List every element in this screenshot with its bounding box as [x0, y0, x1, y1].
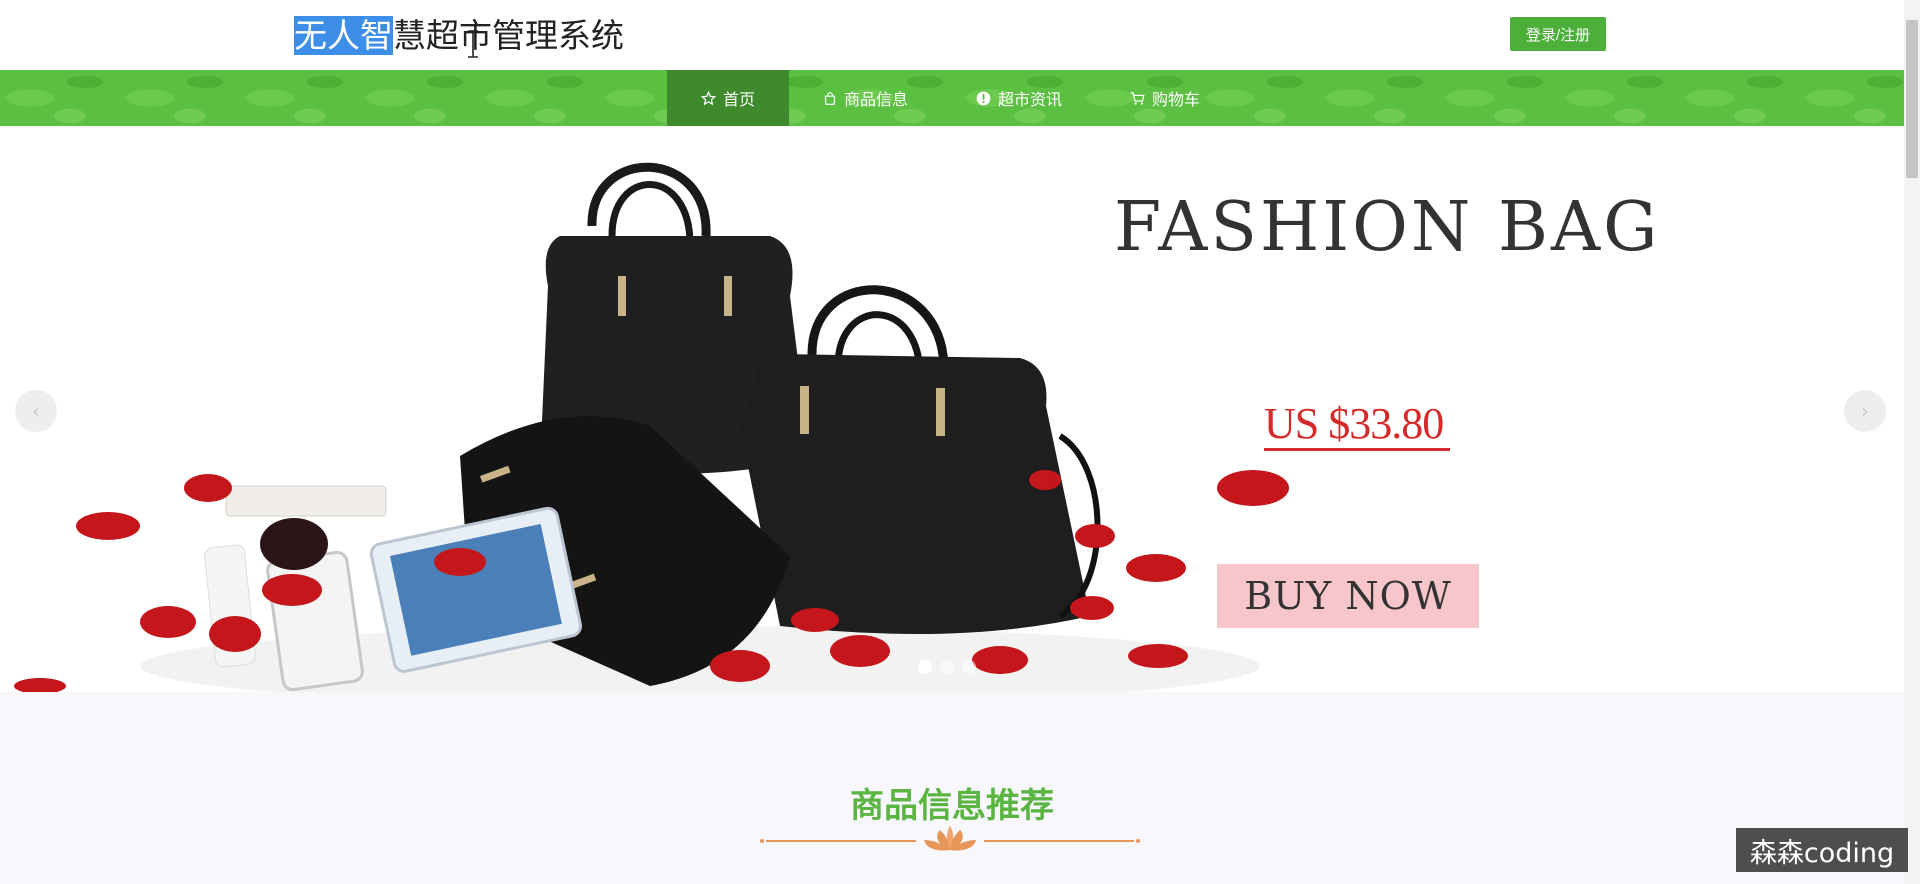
nav-item-cart[interactable]: 购物车 [1096, 70, 1234, 126]
cart-icon [1130, 91, 1145, 106]
recommend-section: 商品信息推荐 [0, 692, 1904, 884]
banner-headline: FASHION BAG [1114, 188, 1661, 267]
login-register-button[interactable]: 登录/注册 [1510, 17, 1606, 51]
nav-item-label: 超市资讯 [998, 90, 1063, 109]
banner-price: US $33.80 [1264, 399, 1444, 448]
perfume-bottle-image [260, 518, 328, 570]
chevron-left-icon: ‹ [32, 399, 40, 423]
lotus-divider-icon [760, 826, 1140, 851]
carousel-dot-1[interactable] [918, 660, 932, 674]
star-icon [701, 90, 716, 106]
page: 无人智慧超市管理系统 登录/注册 首页 商品信息 超市资讯 购物车 FASHIO… [0, 0, 1920, 884]
nav-item-label: 购物车 [1152, 90, 1201, 109]
bag-icon [823, 91, 837, 106]
main-nav: 首页 商品信息 超市资讯 购物车 [0, 70, 1904, 126]
nav-item-label: 商品信息 [844, 90, 909, 109]
scrollbar-thumb[interactable] [1906, 20, 1918, 178]
nav-item-label: 首页 [723, 90, 756, 109]
video-watermark: 森森coding [1736, 828, 1908, 872]
nav-items: 首页 商品信息 超市资讯 购物车 [667, 70, 1234, 126]
buy-now-button[interactable]: BUY NOW [1217, 564, 1479, 628]
carousel-indicators [918, 660, 976, 674]
carousel-next-button[interactable]: › [1844, 390, 1886, 432]
hero-banner[interactable]: FASHION BAG US $33.80 BUY NOW ‹ › [0, 126, 1904, 692]
site-header: 无人智慧超市管理系统 登录/注册 [0, 0, 1904, 70]
text-cursor-icon [468, 30, 478, 58]
carousel-prev-button[interactable]: ‹ [15, 390, 57, 432]
chevron-right-icon: › [1861, 399, 1869, 423]
site-title[interactable]: 无人智慧超市管理系统 [294, 14, 624, 58]
carousel-dot-3[interactable] [962, 660, 976, 674]
site-title-selected-text: 无人智 [294, 16, 393, 55]
info-icon [976, 91, 991, 106]
nav-item-home[interactable]: 首页 [667, 70, 790, 126]
nav-item-products[interactable]: 商品信息 [789, 70, 942, 126]
carousel-dot-2[interactable] [940, 660, 954, 674]
cosmetic-tube-image [225, 485, 387, 517]
section-title: 商品信息推荐 [850, 786, 1054, 826]
site-title-rest-text: 慧超市管理系统 [393, 16, 624, 55]
phone-image [266, 550, 364, 692]
nav-item-news[interactable]: 超市资讯 [942, 70, 1096, 126]
price-underline [1264, 448, 1450, 451]
